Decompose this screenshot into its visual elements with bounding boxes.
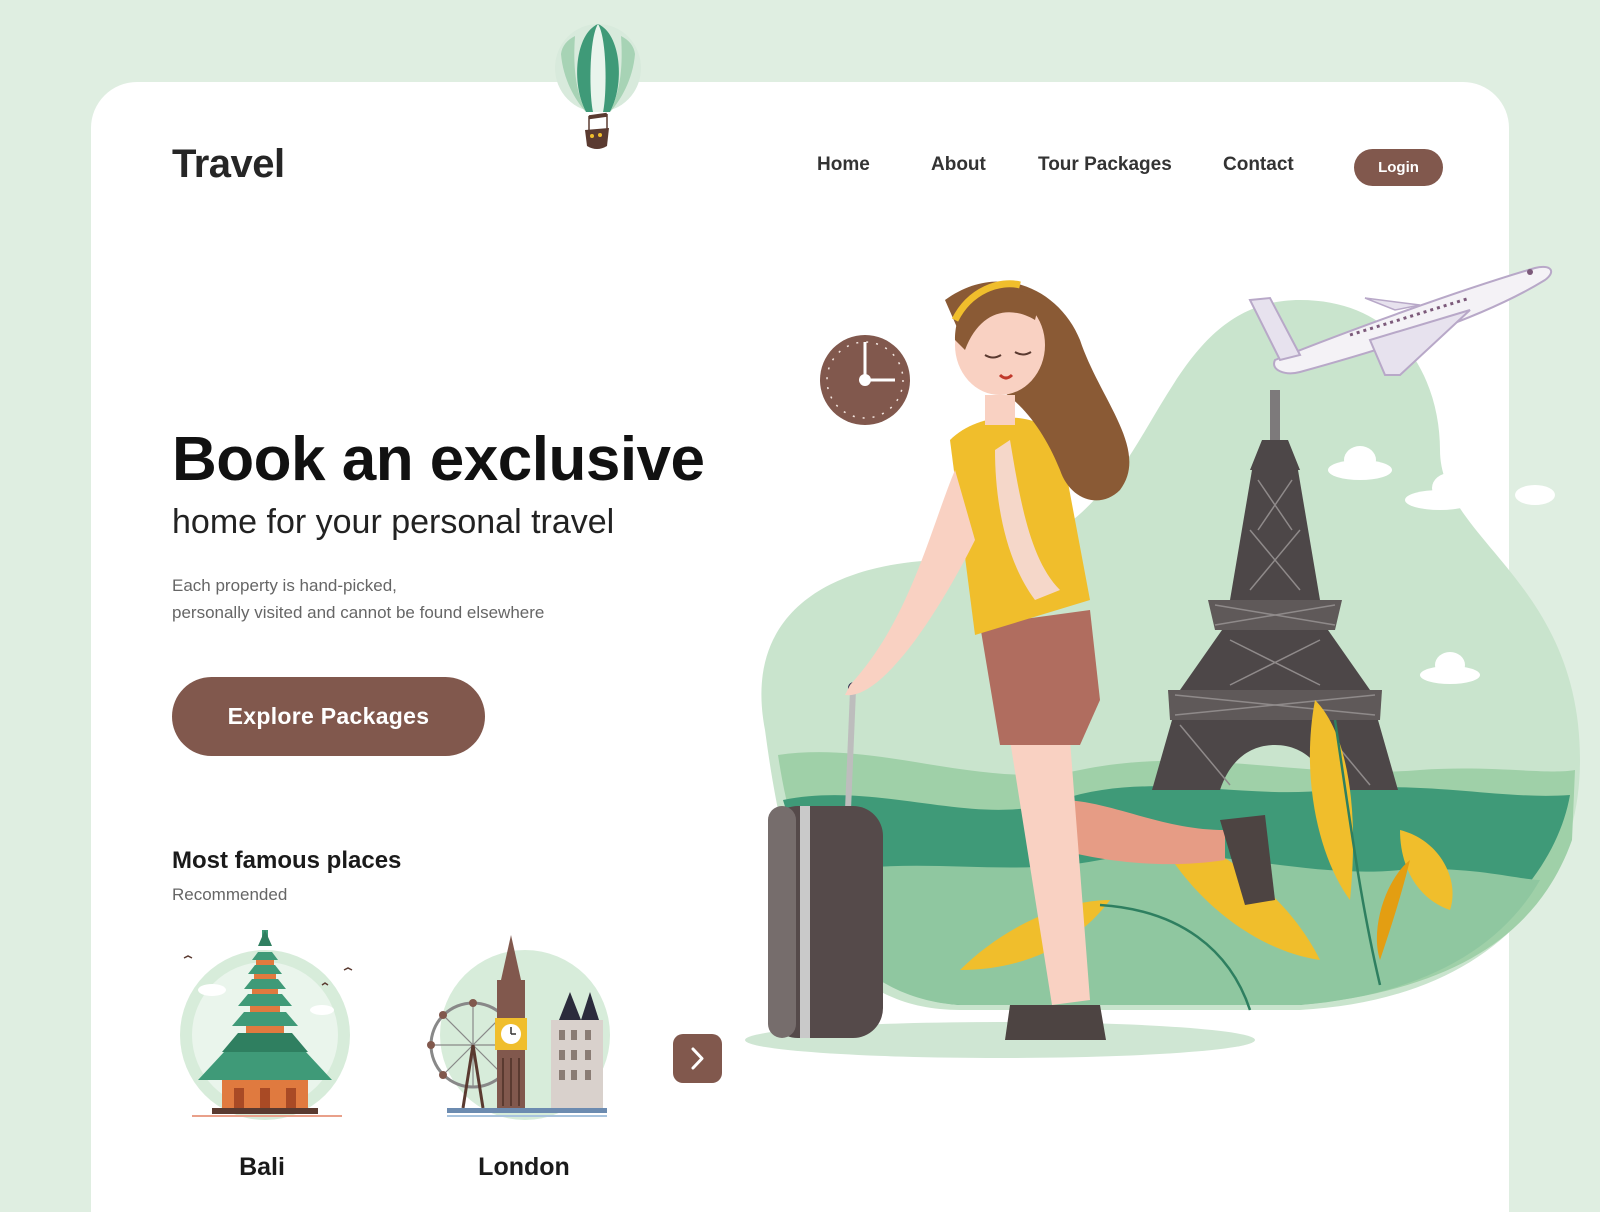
hero-description-line-1: Each property is hand-picked, bbox=[172, 576, 397, 595]
bali-temple-illustration[interactable] bbox=[172, 930, 362, 1130]
nav-home[interactable]: Home bbox=[817, 154, 870, 176]
clock-icon bbox=[820, 335, 910, 425]
hero-description-line-2: personally visited and cannot be found e… bbox=[172, 603, 545, 622]
section-subtitle: Recommended bbox=[172, 885, 288, 904]
explore-packages-button[interactable]: Explore Packages bbox=[172, 677, 485, 756]
login-button[interactable]: Login bbox=[1354, 149, 1443, 186]
nav-tour-packages[interactable]: Tour Packages bbox=[1038, 154, 1172, 176]
hero-illustration bbox=[745, 266, 1580, 1058]
place-name-london[interactable]: London bbox=[424, 1153, 624, 1182]
chevron-right-icon bbox=[691, 1047, 704, 1070]
nav-about[interactable]: About bbox=[931, 154, 986, 176]
hot-air-balloon-icon bbox=[555, 24, 641, 149]
hero-title: Book an exclusive bbox=[172, 425, 705, 494]
logo[interactable]: Travel bbox=[172, 142, 285, 187]
next-places-button[interactable] bbox=[673, 1034, 722, 1083]
london-landmarks-illustration[interactable] bbox=[425, 930, 625, 1130]
hero-subtitle: home for your personal travel bbox=[172, 503, 615, 541]
section-title: Most famous places bbox=[172, 847, 402, 874]
place-name-bali[interactable]: Bali bbox=[162, 1153, 362, 1182]
nav-contact[interactable]: Contact bbox=[1223, 154, 1294, 176]
